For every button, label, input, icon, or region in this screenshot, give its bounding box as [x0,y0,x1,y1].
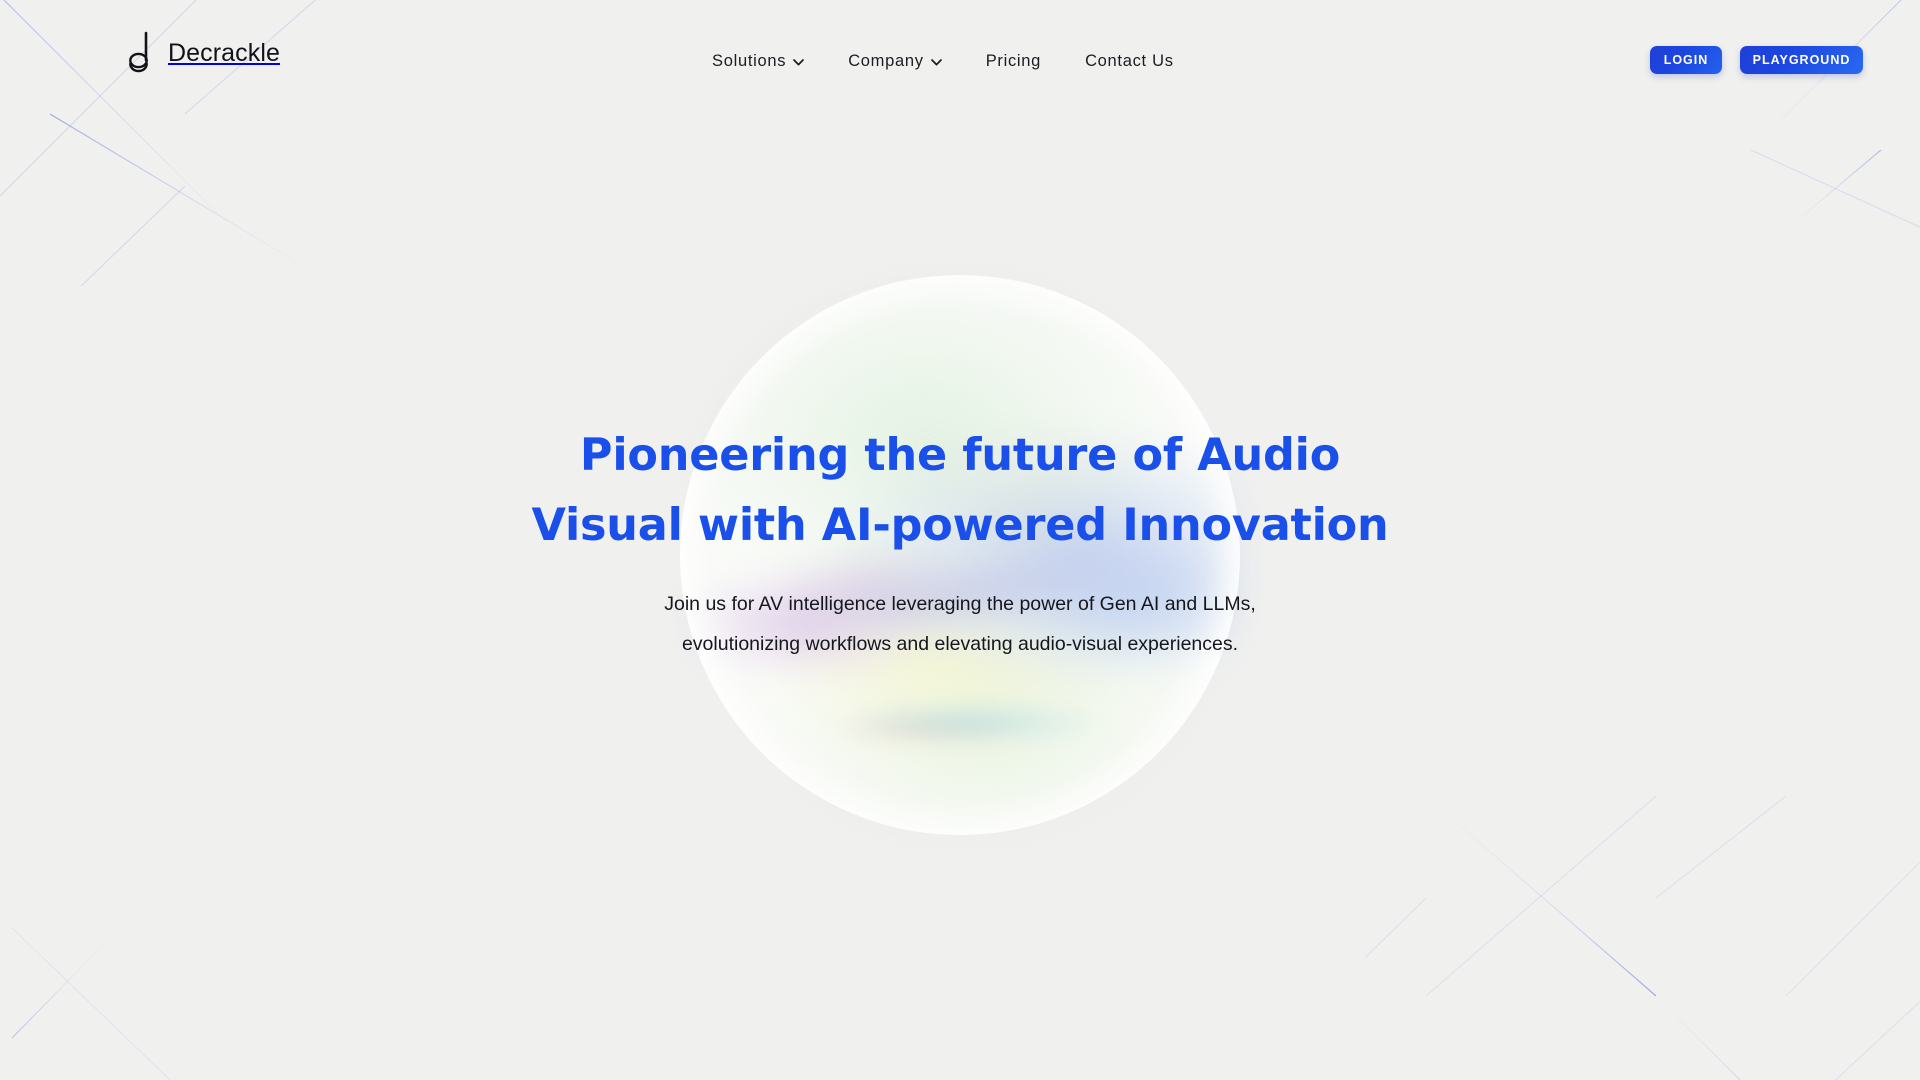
bubble-violet-sheen [680,275,1240,835]
hero-headline: Pioneering the future of Audio Visual wi… [510,421,1410,561]
nav-item-company[interactable]: Company [826,52,964,71]
hero-section: Pioneering the future of Audio Visual wi… [0,0,1920,1080]
nav-label-company: Company [848,52,924,70]
playground-button[interactable]: PLAYGROUND [1740,46,1863,74]
decorative-lineart-bottom-right [1366,666,1920,1080]
bubble-base-layer [680,275,1240,835]
chevron-down-icon [930,59,942,66]
bubble-rim-highlight [680,275,1240,835]
nav-label-contact-us: Contact Us [1085,52,1174,70]
site-header: Decrackle Solutions Company Pricing Cont… [0,0,1920,104]
bubble-blue-sheen [680,275,1240,835]
decorative-lineart-bottom-left [0,927,290,1080]
chevron-down-icon [793,59,805,66]
brand-logo-link[interactable]: Decrackle [125,30,280,76]
bubble-swirl-band [639,234,1281,876]
main-navigation: Solutions Company Pricing Contact Us [712,52,1196,71]
nav-label-pricing: Pricing [985,52,1042,70]
bubble-rainbow-streak [680,275,1240,835]
nav-item-pricing[interactable]: Pricing [964,52,1063,71]
bubble-edge-fade [680,275,1240,835]
hero-subtitle: Join us for AV intelligence leveraging t… [664,593,1256,655]
nav-label-solutions: Solutions [712,52,787,70]
bubble-green-sheen [680,275,1240,835]
nav-item-contact-us[interactable]: Contact Us [1063,52,1196,71]
login-button[interactable]: LOGIN [1650,46,1722,74]
decrackle-note-d-logo-icon [129,31,148,73]
hero-bubble-graphic [639,234,1281,876]
nav-item-solutions[interactable]: Solutions [712,52,826,71]
header-actions: LOGIN PLAYGROUND [1650,46,1863,74]
hero-headline-line-1: Pioneering the future of Audio [579,430,1341,481]
brand-name: Decrackle [168,38,281,67]
bubble-yellow-sheen [680,275,1240,835]
landing-page: Decrackle Solutions Company Pricing Cont… [0,0,1920,1080]
hero-headline-line-2: Visual with AI-powered Innovation [531,500,1389,551]
